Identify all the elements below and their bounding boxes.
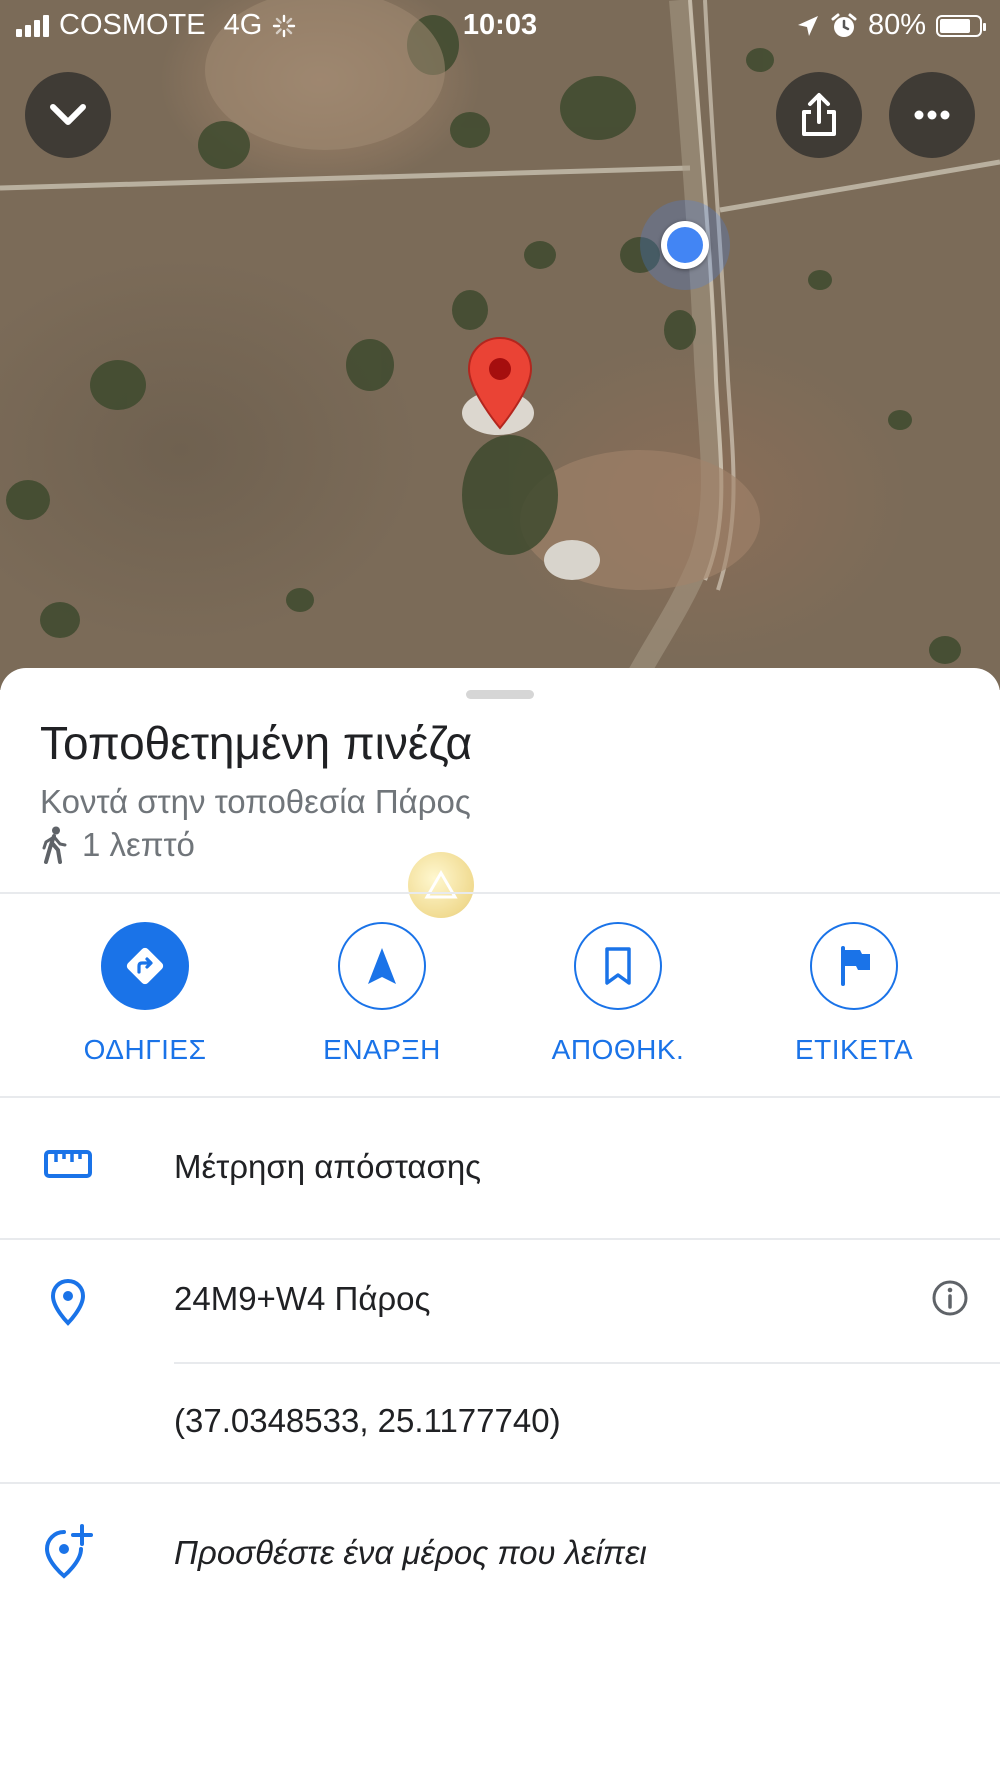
add-missing-place-label: Προσθέστε ένα μέρος που λείπει (174, 1534, 647, 1571)
ruler-icon (44, 1150, 92, 1178)
add-location-icon (44, 1524, 93, 1579)
start-label: ΕΝΑΡΞΗ (323, 1034, 441, 1065)
plus-code-row[interactable]: 24M9+W4 Πάρος (0, 1240, 1000, 1362)
start-navigation-button[interactable]: ΕΝΑΡΞΗ (282, 922, 482, 1066)
bookmark-icon (605, 947, 631, 985)
chevron-down-icon (50, 104, 86, 125)
label-button[interactable]: ΕΤΙΚΕΤΑ (754, 922, 954, 1066)
share-icon (802, 93, 836, 136)
walking-time: 1 λεπτό (40, 826, 195, 864)
label-label: ΕΤΙΚΕΤΑ (794, 1034, 914, 1065)
directions-icon (126, 947, 164, 985)
measure-distance-row[interactable]: Μέτρηση απόστασης (0, 1098, 1000, 1238)
place-title: Τοποθετημένη πινέζα (40, 717, 473, 769)
add-missing-place-row[interactable]: Προσθέστε ένα μέρος που λείπει (0, 1484, 1000, 1624)
directions-label: ΟΔΗΓΙΕΣ (83, 1034, 207, 1065)
walking-person-icon (42, 826, 67, 864)
location-arrow-icon (797, 15, 818, 36)
battery-percent: 80% (867, 9, 926, 41)
divider (0, 892, 1000, 894)
collapse-button[interactable] (25, 72, 111, 158)
watermark-logo (408, 852, 474, 918)
dropped-pin-icon[interactable] (467, 336, 533, 430)
info-button[interactable] (930, 1278, 970, 1323)
directions-button[interactable]: ΟΔΗΓΙΕΣ (45, 922, 245, 1066)
sheet-drag-handle[interactable] (466, 690, 534, 699)
watermark-emblem-icon (408, 852, 474, 918)
flag-icon (841, 946, 870, 986)
measure-distance-label: Μέτρηση απόστασης (174, 1148, 482, 1185)
current-location-dot (640, 200, 730, 290)
location-pin-icon (50, 1278, 86, 1326)
action-buttons: ΟΔΗΓΙΕΣ ΕΝΑΡΞΗ ΑΠΟΘΗΚ. ΕΤΙΚΕΤΑ (0, 922, 1000, 1072)
info-icon (932, 1280, 968, 1316)
coordinates-row[interactable]: (37.0348533, 25.1177740) (0, 1364, 1000, 1482)
coordinates-text[interactable]: (37.0348533, 25.1177740) (174, 1402, 561, 1440)
share-button[interactable] (776, 72, 862, 158)
plus-code-text[interactable]: 24M9+W4 Πάρος (174, 1280, 430, 1318)
save-label: ΑΠΟΘΗΚ. (551, 1034, 685, 1065)
place-subtitle: Κοντά στην τοποθεσία Πάρος (40, 783, 471, 820)
battery-icon (936, 14, 986, 37)
save-button[interactable]: ΑΠΟΘΗΚ. (518, 922, 718, 1066)
navigation-arrow-icon (368, 948, 396, 984)
alarm-icon (831, 13, 857, 37)
walking-time-label: 1 λεπτό (82, 826, 195, 863)
more-horiz-icon (914, 110, 950, 120)
status-bar: COSMOTE 4G 10:03 80% (0, 0, 1000, 52)
more-options-button[interactable] (889, 72, 975, 158)
